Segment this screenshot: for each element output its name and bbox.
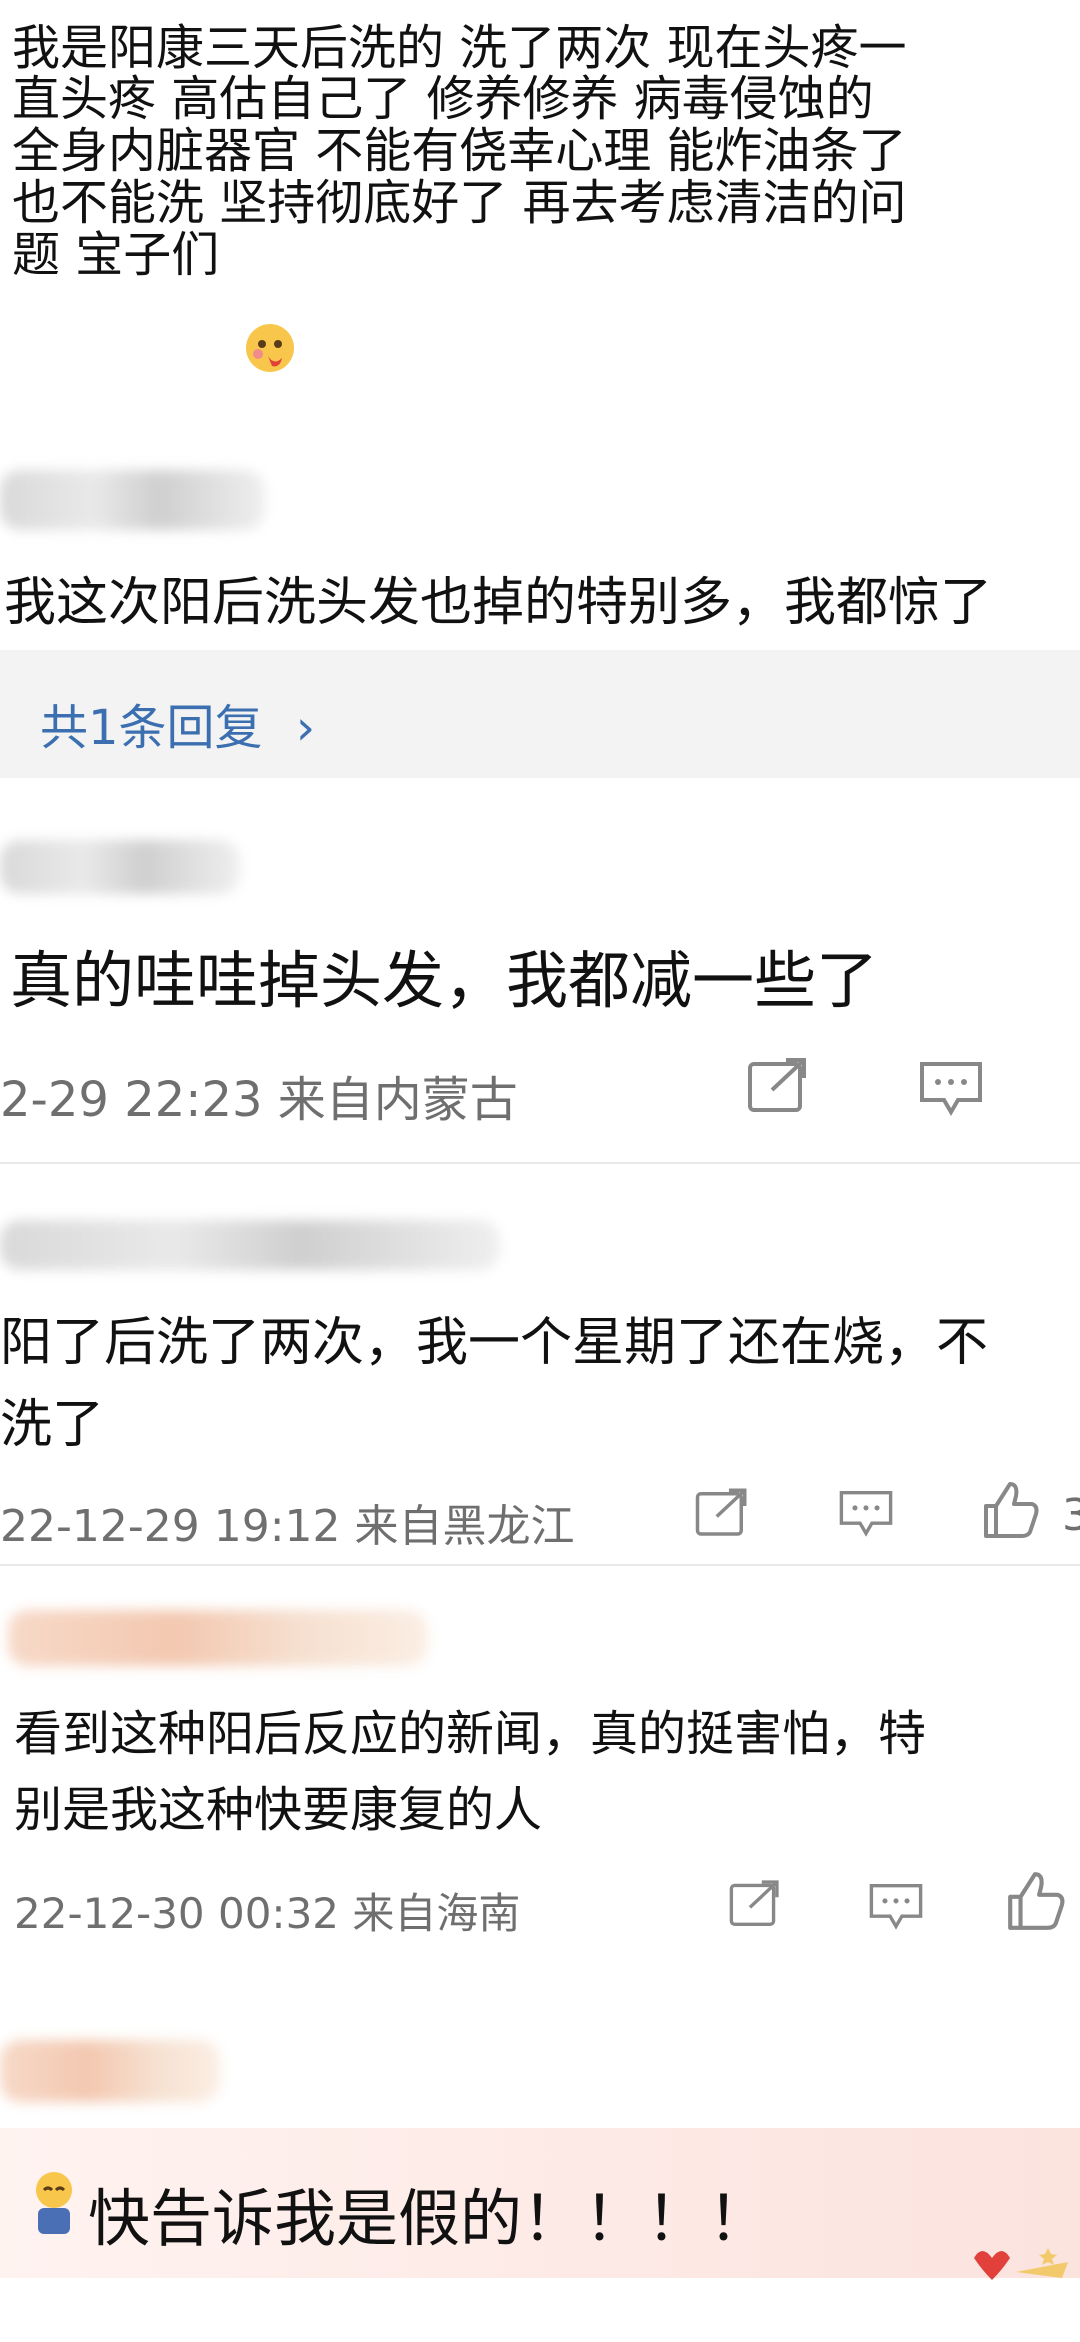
like-count: 3: [1062, 1490, 1080, 1541]
like-icon[interactable]: [980, 1480, 1040, 1540]
comment-icon[interactable]: [868, 1882, 924, 1930]
blurred-username: [0, 2040, 220, 2102]
share-icon[interactable]: [694, 1488, 750, 1538]
sticker-emoji-icon: [36, 2172, 72, 2234]
blurred-username: [0, 1220, 500, 1270]
view-replies-button[interactable]: 共1条回复 ›: [0, 650, 1080, 778]
blurred-username: [0, 470, 265, 530]
share-icon[interactable]: [728, 1880, 782, 1928]
comment-2-text: 真的哇哇掉头发，我都减一些了: [10, 944, 879, 1017]
divider: [0, 1162, 1080, 1164]
blushing-emoji-icon: [246, 324, 294, 372]
comment-3-line-2: 洗了: [0, 1395, 105, 1455]
comment-3-line-1: 阳了后洗了两次，我一个星期了还在烧，不: [0, 1313, 989, 1373]
blurred-username: [8, 1610, 428, 1666]
post-line-5: 题 宝子们: [12, 227, 220, 283]
comment-icon[interactable]: [838, 1488, 894, 1538]
comment-3-meta: 22-12-29 19:12 来自黑龙江: [0, 1501, 575, 1552]
comment-2-meta: 2-29 22:23 来自内蒙古: [0, 1072, 518, 1128]
like-icon[interactable]: [1004, 1870, 1066, 1932]
comment-1-text: 我这次阳后洗头发也掉的特别多，我都惊了: [4, 573, 993, 633]
comment-5-text: 快告诉我是假的！！！！: [88, 2182, 771, 2255]
chevron-right-icon: ›: [295, 700, 316, 756]
comment-4-meta: 22-12-30 00:32 来自海南: [14, 1889, 521, 1938]
blurred-username: [0, 840, 240, 894]
share-icon[interactable]: [746, 1058, 810, 1114]
comment-icon[interactable]: [918, 1060, 984, 1116]
comment-4-line-2: 别是我这种快要康复的人: [14, 1782, 543, 1838]
replies-label: 共1条回复: [40, 700, 263, 756]
comment-4-line-1: 看到这种阳后反应的新闻，真的挺害怕，特: [14, 1706, 927, 1762]
heart-decoration-icon: [974, 2248, 1068, 2280]
divider: [0, 1564, 1080, 1566]
